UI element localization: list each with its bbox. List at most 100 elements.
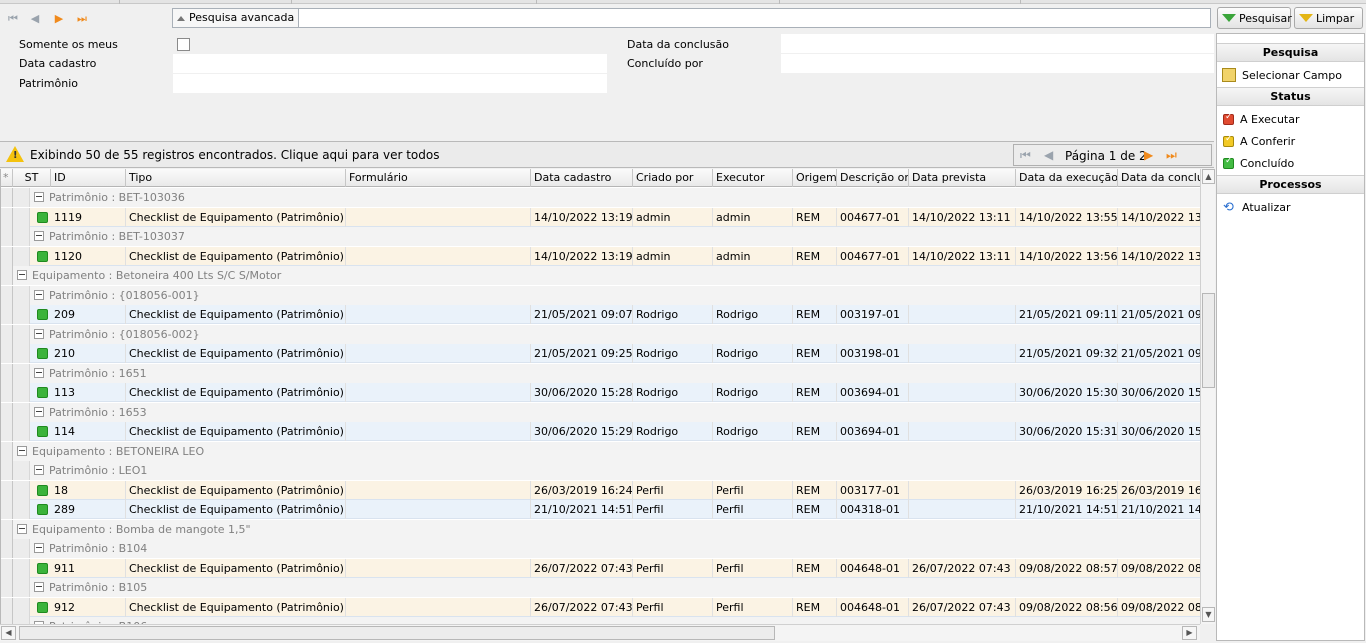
group-row[interactable]: Equipamento : Betoneira 400 Lts S/C S/Mo… (1, 266, 1200, 285)
group-row[interactable]: Patrimônio : {018056-001} (1, 285, 1200, 305)
collapse-group-icon[interactable] (34, 543, 44, 553)
clear-button[interactable]: Limpar (1294, 7, 1363, 29)
group-row[interactable]: Patrimônio : 1651 (1, 363, 1200, 383)
scroll-down-icon[interactable]: ▼ (1202, 607, 1215, 622)
collapse-group-icon[interactable] (34, 192, 44, 202)
column-header[interactable]: Descrição orig (837, 169, 909, 187)
row-indicator[interactable] (1, 461, 13, 480)
group-row[interactable]: Patrimônio : {018056-002} (1, 324, 1200, 344)
completion-date-field[interactable] (781, 34, 1214, 53)
scroll-right-icon[interactable]: ▶ (1182, 626, 1197, 640)
advanced-search-bar[interactable]: Pesquisa avancada (172, 8, 1211, 28)
row-indicator[interactable] (1, 422, 13, 441)
row-indicator[interactable] (1, 344, 13, 363)
table-row[interactable]: 113 Checklist de Equipamento (Patrimônio)… (1, 383, 1200, 402)
status-to-check-item[interactable]: A Conferir (1223, 132, 1295, 150)
column-header[interactable]: Tipo (126, 169, 346, 187)
row-indicator[interactable] (1, 266, 13, 285)
group-row[interactable]: Patrimônio : BET-103036 (1, 188, 1200, 207)
row-indicator[interactable] (1, 383, 13, 402)
collapse-group-icon[interactable] (34, 406, 44, 417)
column-header[interactable]: Criado por (633, 169, 713, 187)
table-row[interactable]: 210 Checklist de Equipamento (Patrimônio)… (1, 344, 1200, 363)
column-header[interactable]: Data cadastro (531, 169, 633, 187)
row-indicator[interactable] (1, 246, 13, 266)
column-header[interactable]: Data da execução (1016, 169, 1118, 187)
group-row[interactable]: Patrimônio : B105 (1, 578, 1200, 597)
row-indicator[interactable] (1, 558, 13, 578)
table-row[interactable]: 911 Checklist de Equipamento (Patrimônio)… (1, 558, 1200, 578)
row-indicator[interactable] (1, 402, 13, 422)
table-row[interactable]: 114 Checklist de Equipamento (Patrimônio)… (1, 422, 1200, 441)
collapse-group-icon[interactable] (17, 270, 27, 280)
created-date-field[interactable] (173, 54, 607, 73)
prev-record-icon[interactable]: ◀ (28, 12, 42, 26)
table-row[interactable]: 1119 Checklist de Equipamento (Patrimônio… (1, 207, 1200, 227)
horizontal-scroll-thumb[interactable] (19, 626, 775, 640)
row-indicator[interactable] (1, 617, 13, 624)
table-row[interactable]: 289 Checklist de Equipamento (Patrimônio)… (1, 500, 1200, 519)
column-header[interactable]: Origem (793, 169, 837, 187)
scroll-up-icon[interactable]: ▲ (1202, 169, 1215, 184)
collapse-group-icon[interactable] (34, 582, 44, 592)
column-header[interactable]: ST (13, 169, 51, 187)
table-row[interactable]: 18 Checklist de Equipamento (Patrimônio) 2… (1, 480, 1200, 500)
collapse-group-icon[interactable] (34, 289, 44, 300)
collapse-group-icon[interactable] (34, 328, 44, 339)
column-header[interactable]: Formulário (346, 169, 531, 187)
table-row[interactable]: 912 Checklist de Equipamento (Patrimônio)… (1, 597, 1200, 617)
collapse-group-icon[interactable] (34, 231, 44, 241)
group-row[interactable]: Patrimônio : LEO1 (1, 461, 1200, 480)
last-record-icon[interactable]: ⏭ (75, 12, 89, 26)
first-record-icon[interactable]: ⏮ (6, 12, 20, 26)
search-button[interactable]: Pesquisar (1217, 7, 1292, 29)
horizontal-scrollbar[interactable]: ◀ ▶ (0, 624, 1200, 641)
row-indicator[interactable] (1, 227, 13, 246)
show-all-records-link[interactable]: Exibindo 50 de 55 registros encontrados.… (30, 148, 440, 162)
column-header[interactable]: Data prevista (909, 169, 1016, 187)
row-indicator[interactable] (1, 480, 13, 500)
completed-by-field[interactable] (781, 54, 1214, 73)
row-indicator[interactable] (1, 285, 13, 305)
asset-field[interactable] (173, 74, 607, 93)
first-page-icon[interactable]: ⏮ (1020, 148, 1031, 163)
table-row[interactable]: 209 Checklist de Equipamento (Patrimônio)… (1, 305, 1200, 324)
table-row[interactable]: 1120 Checklist de Equipamento (Patrimônio… (1, 246, 1200, 266)
collapse-group-icon[interactable] (34, 465, 44, 475)
row-indicator[interactable] (1, 539, 13, 558)
advanced-search-toggle[interactable]: Pesquisa avancada (173, 9, 300, 27)
column-header[interactable]: ID (51, 169, 126, 187)
group-row[interactable]: Equipamento : Bomba de mangote 1,5" (1, 519, 1200, 539)
group-row[interactable]: Patrimônio : B106 (1, 617, 1200, 624)
vertical-scrollbar[interactable]: ▲ ▼ (1200, 169, 1215, 624)
column-header[interactable]: Data da conclusão (1118, 169, 1200, 187)
prev-page-icon[interactable]: ◀ (1044, 148, 1053, 162)
row-indicator[interactable] (1, 578, 13, 597)
select-field-item[interactable]: Selecionar Campo (1222, 66, 1342, 84)
status-completed-item[interactable]: Concluído (1223, 154, 1294, 172)
row-indicator[interactable] (1, 188, 13, 207)
row-indicator[interactable] (1, 324, 13, 344)
row-indicator[interactable] (1, 597, 13, 617)
vertical-scroll-thumb[interactable] (1202, 293, 1215, 388)
only-mine-checkbox[interactable] (177, 38, 190, 51)
column-header[interactable]: Executor (713, 169, 793, 187)
next-page-icon[interactable]: ▶ (1144, 148, 1153, 162)
row-indicator[interactable] (1, 441, 13, 461)
collapse-group-icon[interactable] (34, 367, 44, 378)
row-indicator[interactable] (1, 519, 13, 539)
last-page-icon[interactable]: ⏭ (1166, 148, 1177, 163)
group-row[interactable]: Patrimônio : B104 (1, 539, 1200, 558)
row-indicator[interactable] (1, 207, 13, 227)
group-row[interactable]: Patrimônio : 1653 (1, 402, 1200, 422)
row-indicator[interactable] (1, 363, 13, 383)
collapse-group-icon[interactable] (17, 523, 27, 534)
row-indicator[interactable] (1, 305, 13, 324)
collapse-group-icon[interactable] (17, 445, 27, 456)
group-row[interactable]: Equipamento : BETONEIRA LEO (1, 441, 1200, 461)
status-to-execute-item[interactable]: A Executar (1223, 110, 1300, 128)
refresh-item[interactable]: ⟲ Atualizar (1223, 198, 1291, 216)
scroll-left-icon[interactable]: ◀ (1, 626, 16, 640)
next-record-icon[interactable]: ▶ (52, 12, 66, 26)
row-indicator[interactable] (1, 500, 13, 519)
